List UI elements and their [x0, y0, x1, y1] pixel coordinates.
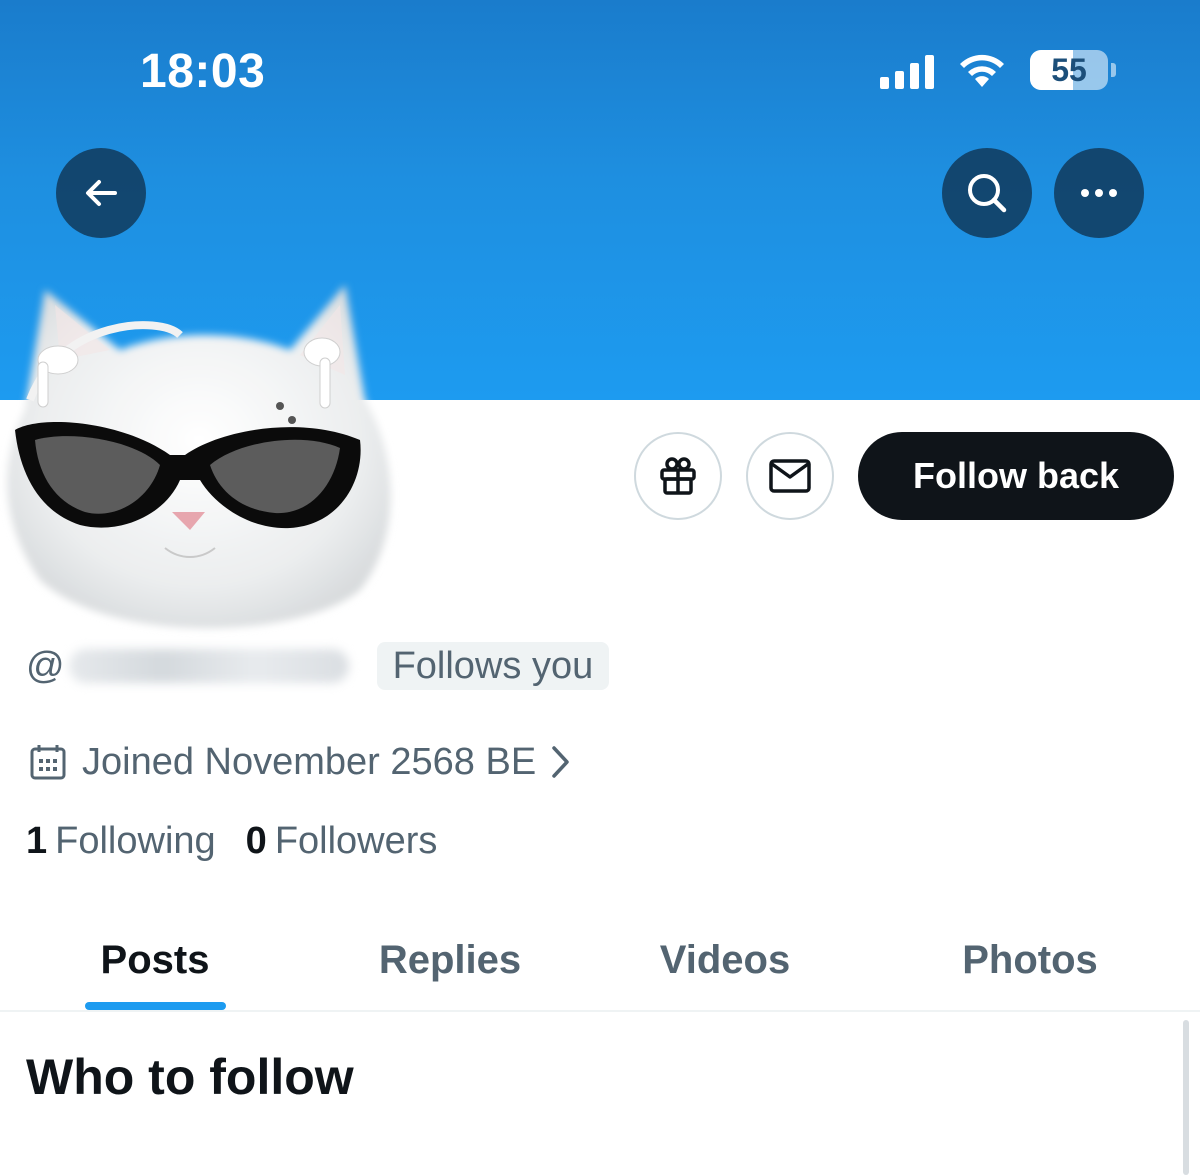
follows-you-badge: Follows you — [376, 642, 610, 690]
tab-videos[interactable]: Videos — [630, 910, 820, 1010]
more-icon — [1081, 189, 1117, 197]
followers-count: 0 — [245, 820, 267, 862]
who-to-follow-heading: Who to follow — [26, 1049, 354, 1105]
tabs-divider — [0, 1010, 1200, 1012]
tab-posts[interactable]: Posts — [60, 910, 250, 1010]
calendar-icon — [30, 745, 66, 780]
wifi-icon — [956, 51, 1008, 89]
followers-link[interactable]: 0 Followers — [246, 820, 438, 863]
following-count: 1 — [26, 820, 48, 862]
active-tab-indicator — [85, 1002, 226, 1010]
battery-icon: 55 — [1030, 50, 1116, 90]
profile-avatar[interactable] — [0, 280, 410, 640]
message-button[interactable] — [746, 432, 834, 520]
back-button[interactable] — [56, 148, 146, 238]
back-arrow-icon — [86, 180, 117, 206]
follow-back-button[interactable]: Follow back — [858, 432, 1174, 520]
status-icons: 55 — [880, 50, 1116, 90]
handle-prefix: @ — [26, 644, 65, 687]
following-link[interactable]: 1 Following — [26, 820, 216, 863]
search-button[interactable] — [942, 148, 1032, 238]
joined-date-row[interactable]: Joined November 2568 BE — [28, 738, 570, 786]
following-label: Following — [55, 820, 216, 862]
followers-label: Followers — [274, 820, 438, 862]
battery-level: 55 — [1051, 51, 1087, 88]
handle-row: @ Follows you — [26, 642, 610, 690]
tab-photos[interactable]: Photos — [930, 910, 1130, 1010]
search-icon — [968, 174, 1007, 213]
signal-icon — [880, 51, 934, 89]
profile-tabs: Posts Replies Videos Photos — [0, 910, 1200, 1010]
follow-counts: 1 Following 0 Followers — [26, 820, 437, 863]
handle-redacted — [68, 649, 349, 683]
chevron-right-icon — [552, 746, 569, 778]
joined-date: Joined November 2568 BE — [82, 740, 537, 783]
mail-icon — [769, 459, 811, 493]
status-time: 18:03 — [140, 45, 266, 98]
more-button[interactable] — [1054, 148, 1144, 238]
gift-button[interactable] — [634, 432, 722, 520]
scrollbar[interactable] — [1183, 1020, 1189, 1175]
gift-icon — [660, 457, 696, 495]
tab-replies[interactable]: Replies — [350, 910, 550, 1010]
